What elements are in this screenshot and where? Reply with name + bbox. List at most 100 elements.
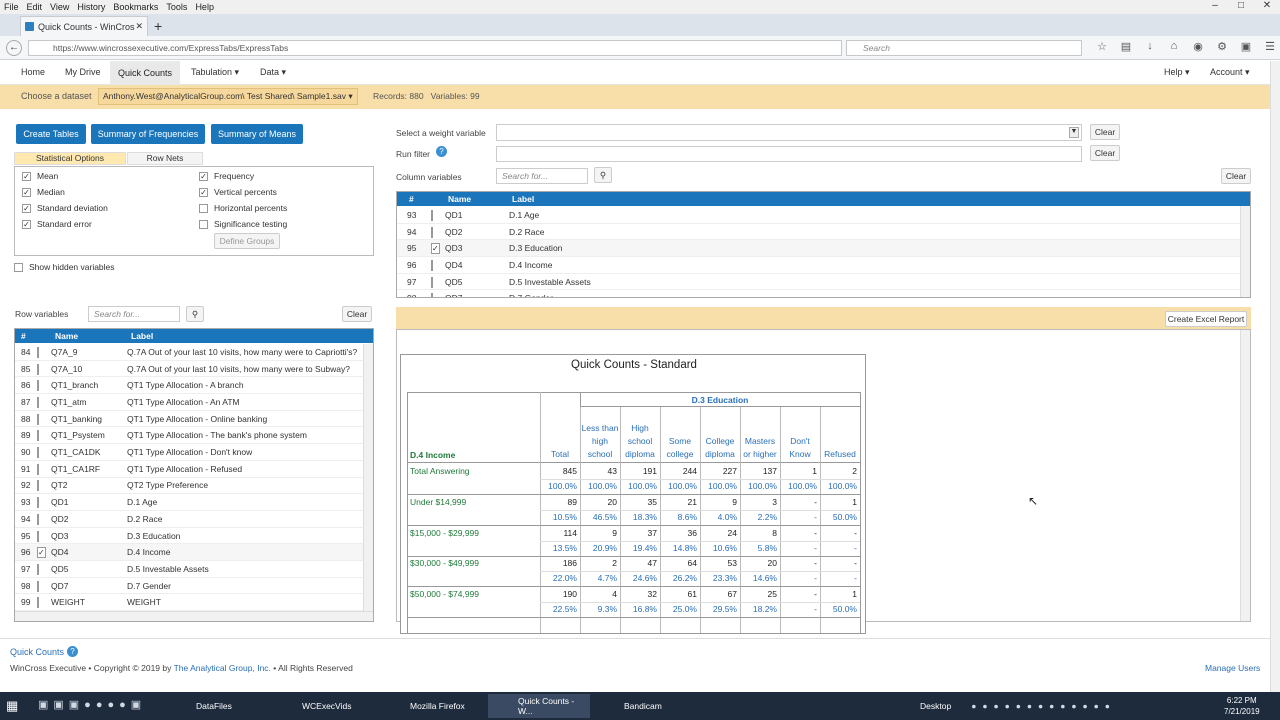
define-groups-button[interactable]: Define Groups [214,233,280,249]
column-grid-scrollbar[interactable] [1240,206,1250,297]
checkbox[interactable] [37,380,39,392]
column-clear-button[interactable]: Clear [1221,168,1251,184]
close-window-icon[interactable]: ✕ [1254,0,1280,14]
row-checkbox[interactable] [37,396,51,408]
table-row[interactable]: 98QD7D.7 Gender [397,291,1240,297]
weight-select[interactable]: ▼ [496,124,1082,141]
table-row[interactable]: 94 QD2 D.2 Race [15,511,363,528]
nav-home[interactable]: Home [21,67,45,77]
table-row[interactable]: 90 QT1_CA1DK QT1 Type Allocation - Don't k… [15,444,363,461]
row-grid-hscrollbar[interactable] [15,611,373,621]
library-icon[interactable]: ▤ [1114,40,1138,53]
column-variables-search-input[interactable]: Search for... [496,168,588,184]
checkbox[interactable] [22,171,31,181]
checkbox[interactable] [431,209,433,221]
checkbox[interactable] [37,530,39,542]
table-row[interactable]: 86 QT1_branch QT1 Type Allocation - A bran… [15,377,363,395]
checkbox[interactable] [37,597,39,609]
option-frequency[interactable]: Frequency [199,171,254,181]
hamburger-menu-icon[interactable]: ☰ [1258,40,1280,53]
row-checkbox[interactable] [37,563,51,575]
filter-clear-button[interactable]: Clear [1090,145,1120,161]
nav-help[interactable]: Help ▾ [1164,67,1190,78]
checkbox[interactable] [37,346,39,358]
row-checkbox[interactable] [37,580,51,592]
checkbox[interactable] [431,226,433,238]
nav-account[interactable]: Account ▾ [1210,67,1250,78]
row-checkbox[interactable] [37,363,51,375]
row-search-button[interactable]: ⚲ [186,306,204,322]
option-horizontal-percents[interactable]: Horizontal percents [199,203,287,213]
row-checkbox[interactable] [431,226,445,238]
checkbox[interactable] [37,430,39,442]
table-row[interactable]: 94 QD2 D.2 Race [397,224,1240,241]
row-checkbox[interactable] [431,276,445,288]
row-checkbox[interactable] [37,497,51,509]
help-icon[interactable]: ? [67,646,78,657]
nav-tabulation[interactable]: Tabulation ▾ [191,67,239,78]
maximize-icon[interactable]: □ [1228,0,1254,14]
row-checkbox[interactable] [431,293,445,297]
taskbar-quick-counts[interactable]: Quick Counts - W... [488,694,590,718]
row-clear-button[interactable]: Clear [342,306,372,322]
bookmark-star-icon[interactable]: ☆ [1090,40,1114,53]
checkbox[interactable] [37,463,39,475]
row-checkbox[interactable] [37,530,51,542]
checkbox[interactable] [22,187,31,197]
table-row[interactable]: 84 Q7A_9 Q.7A Out of your last 10 visits, … [15,344,363,361]
table-row[interactable]: 89 QT1_Psystem QT1 Type Allocation - The b… [15,428,363,445]
page-scrollbar[interactable] [1270,61,1280,692]
nav-data[interactable]: Data ▾ [260,67,286,78]
menu-help[interactable]: Help [195,2,214,12]
tab-row-nets[interactable]: Row Nets [127,152,203,165]
option-vertical-percents[interactable]: Vertical percents [199,187,277,197]
row-variables-search-input[interactable]: Search for... [88,306,180,322]
checkbox[interactable] [37,396,39,408]
table-row[interactable]: 88 QT1_banking QT1 Type Allocation - Onlin… [15,411,363,428]
summary-frequencies-button[interactable]: Summary of Frequencies [91,124,205,144]
row-checkbox[interactable] [37,346,51,358]
checkbox[interactable] [431,243,440,255]
option-significance-testing[interactable]: Significance testing [199,219,287,229]
checkbox[interactable] [37,480,39,492]
checkbox[interactable] [199,219,208,229]
menu-file[interactable]: File [4,2,19,12]
quick-launch-icons[interactable]: ▣▣▣●●●●▣ [38,698,146,711]
column-search-button[interactable]: ⚲ [594,167,612,183]
nav-quick-counts[interactable]: Quick Counts [110,61,181,85]
addon-icon[interactable]: ▣ [1234,40,1258,53]
row-checkbox[interactable] [431,243,445,255]
summary-means-button[interactable]: Summary of Means [211,124,303,144]
menu-history[interactable]: History [77,2,105,12]
row-checkbox[interactable] [37,513,51,525]
browser-search-input[interactable]: Search [846,40,1082,56]
new-tab-icon[interactable]: + [154,18,162,34]
checkbox[interactable] [22,219,31,229]
taskbar-datafiles[interactable]: DataFiles [166,694,268,718]
checkbox[interactable] [37,580,39,592]
weight-clear-button[interactable]: Clear [1090,124,1120,140]
home-icon[interactable]: ⌂ [1162,40,1186,53]
table-row[interactable]: 95 QD3 D.3 Education [397,240,1240,258]
download-icon[interactable]: ↓ [1138,40,1162,53]
checkbox[interactable] [431,259,433,271]
tab-statistical-options[interactable]: Statistical Options [14,152,126,165]
close-tab-icon[interactable]: ✕ [135,21,143,32]
row-checkbox[interactable] [37,463,51,475]
table-row[interactable]: 93 QD1 D.1 Age [15,494,363,511]
tray-icons[interactable]: ●●●●●●●●●●●●● [971,701,1116,711]
table-row[interactable]: 96 QD4 D.4 Income [397,257,1240,274]
checkbox[interactable] [37,563,39,575]
checkbox[interactable] [37,547,46,559]
checkbox[interactable] [199,171,208,181]
table-row[interactable]: 98QD7D.7 Gender [15,578,363,595]
nav-my-drive[interactable]: My Drive [65,67,101,77]
table-row[interactable]: 87 QT1_atm QT1 Type Allocation - An ATM [15,394,363,411]
checkbox[interactable] [37,497,39,509]
browser-tab-active[interactable]: Quick Counts - WinCross Exe ✕ [20,16,148,36]
create-tables-button[interactable]: Create Tables [16,124,86,144]
checkbox[interactable] [37,513,39,525]
minimize-icon[interactable]: – [1202,0,1228,14]
manage-users-link[interactable]: Manage Users [1205,663,1260,673]
row-checkbox[interactable] [37,547,51,559]
